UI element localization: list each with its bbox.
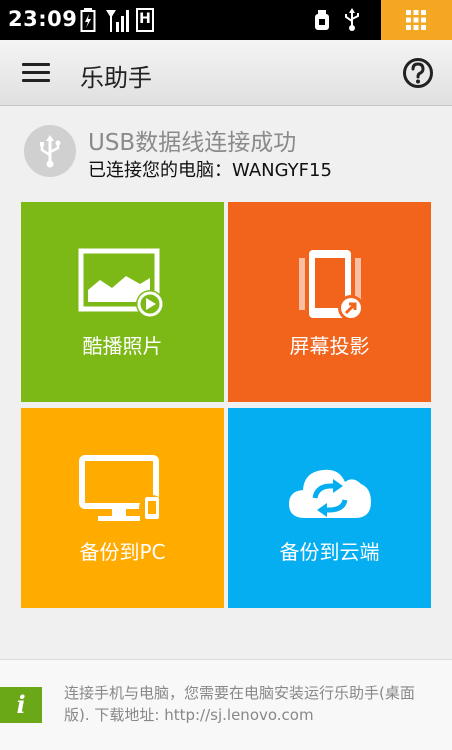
tile-label: 酷播照片 <box>82 334 163 358</box>
usb-status-icon <box>24 125 76 177</box>
apps-grid-icon <box>406 10 426 30</box>
help-icon[interactable] <box>402 57 434 89</box>
footer-text: 连接手机与电脑，您需要在电脑安装运行乐助手(桌面版). 下载地址: http:/… <box>64 684 415 724</box>
app-title: 乐助手 <box>80 64 152 92</box>
usb-debug-icon <box>315 10 329 30</box>
tile-backup-pc[interactable]: 备份到PC <box>21 408 224 608</box>
signal-icon <box>106 10 129 32</box>
info-icon: i <box>0 687 42 723</box>
cloud-sync-icon <box>288 469 371 518</box>
tile-label: 备份到PC <box>79 540 166 564</box>
footer-info: i 连接手机与电脑，您需要在电脑安装运行乐助手(桌面版). 下载地址: http… <box>0 659 452 750</box>
status-bar: 23:09 H <box>0 0 452 40</box>
tile-backup-cloud[interactable]: 备份到云端 <box>228 408 431 608</box>
photo-play-icon <box>78 248 164 318</box>
apps-button[interactable] <box>381 0 452 40</box>
connection-subtitle: 已连接您的电脑：WANGYF15 <box>88 160 332 181</box>
tile-label: 备份到云端 <box>279 540 380 564</box>
tile-screen-projection[interactable]: 屏幕投影 <box>228 202 431 402</box>
hamburger-icon[interactable] <box>22 63 50 83</box>
usb-icon <box>345 8 359 31</box>
h-network-icon: H <box>136 8 154 32</box>
connection-title: USB数据线连接成功 <box>88 130 297 156</box>
connection-status: USB数据线连接成功 已连接您的电脑：WANGYF15 <box>0 107 452 195</box>
status-time: 23:09 <box>8 7 78 31</box>
tile-photo-play[interactable]: 酷播照片 <box>21 202 224 402</box>
battery-icon <box>80 8 96 32</box>
backup-pc-icon <box>78 455 165 521</box>
tile-label: 屏幕投影 <box>289 334 370 358</box>
app-bar: 乐助手 <box>0 40 452 106</box>
screen-projection-icon <box>298 250 364 320</box>
